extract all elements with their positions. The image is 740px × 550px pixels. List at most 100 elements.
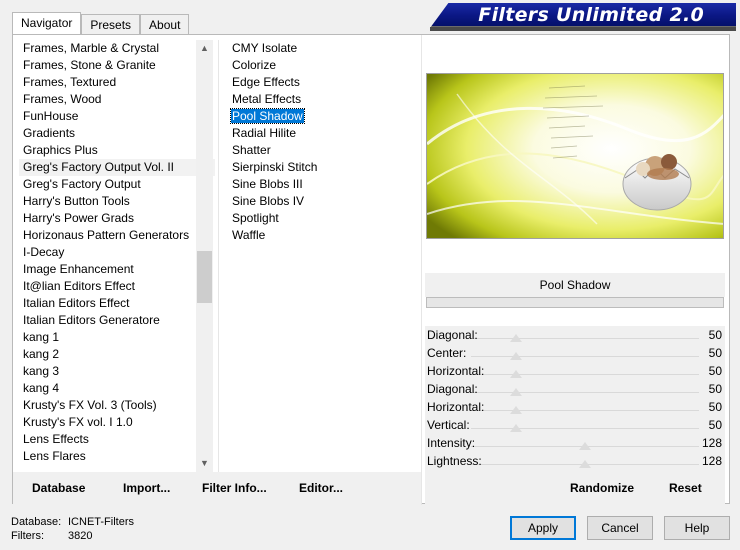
category-list[interactable]: Frames, Marble & Crystal Frames, Stone & … (19, 40, 215, 472)
category-item[interactable]: Gradients (19, 125, 215, 142)
database-label: Database: (11, 516, 62, 528)
category-item[interactable]: Krusty's FX Vol. 3 (Tools) (19, 397, 215, 414)
slider-track[interactable] (471, 338, 699, 339)
divider (421, 35, 422, 505)
slider-thumb[interactable] (509, 334, 522, 342)
filter-item-label: Waffle (232, 228, 266, 242)
filter-item-label: Sine Blobs III (232, 177, 303, 191)
parameter-label: Diagonal: (427, 328, 478, 342)
filter-item-label: Colorize (232, 58, 277, 72)
filter-info-button[interactable]: Filter Info... (202, 481, 267, 495)
category-item[interactable]: Greg's Factory Output (19, 176, 215, 193)
category-item[interactable]: Italian Editors Generatore (19, 312, 215, 329)
slider-thumb[interactable] (509, 388, 522, 396)
parameter-row: Diagonal: 50 (425, 326, 725, 344)
randomize-button[interactable]: Randomize (570, 481, 634, 495)
slider-thumb[interactable] (579, 460, 592, 468)
filter-item[interactable]: Spotlight (229, 210, 419, 227)
status-area: Database: ICNET-Filters Filters: 3820 (11, 515, 134, 543)
parameter-label: Lightness: (427, 454, 482, 468)
filter-item-label: Sierpinski Stitch (232, 160, 318, 174)
category-item[interactable]: Frames, Wood (19, 91, 215, 108)
apply-button[interactable]: Apply (510, 516, 576, 540)
slider-track[interactable] (471, 392, 699, 393)
filter-item[interactable]: Sierpinski Stitch (229, 159, 419, 176)
filter-item[interactable]: CMY Isolate (229, 40, 419, 57)
slider-thumb[interactable] (509, 424, 522, 432)
tab-presets[interactable]: Presets (81, 14, 141, 34)
filters-label: Filters: (11, 530, 44, 542)
tab-navigator[interactable]: Navigator (12, 12, 82, 34)
parameter-value: 50 (708, 346, 722, 360)
filter-item[interactable]: Metal Effects (229, 91, 419, 108)
cancel-button[interactable]: Cancel (587, 516, 653, 540)
filter-item-label: Shatter (232, 143, 271, 157)
category-item[interactable]: Frames, Textured (19, 74, 215, 91)
category-item[interactable]: Graphics Plus (19, 142, 215, 159)
category-item[interactable]: Krusty's FX vol. I 1.0 (19, 414, 215, 431)
filter-item[interactable]: Radial Hilite (229, 125, 419, 142)
slider-track[interactable] (471, 374, 699, 375)
category-item[interactable]: kang 3 (19, 363, 215, 380)
filter-item[interactable]: Edge Effects (229, 74, 419, 91)
filter-item[interactable]: Colorize (229, 57, 419, 74)
scroll-down-arrow-icon[interactable]: ▼ (196, 455, 213, 472)
category-item[interactable]: Horizonaus Pattern Generators (19, 227, 215, 244)
slider-track[interactable] (471, 428, 699, 429)
category-item[interactable]: kang 4 (19, 380, 215, 397)
filter-item[interactable]: Pool Shadow (229, 108, 419, 125)
filters-count: 3820 (68, 530, 93, 542)
parameter-label: Horizontal: (427, 364, 485, 378)
filter-item[interactable]: Waffle (229, 227, 419, 244)
reset-button[interactable]: Reset (669, 481, 702, 495)
filter-item-label: Edge Effects (232, 75, 300, 89)
parameter-value: 128 (701, 436, 722, 450)
slider-thumb[interactable] (509, 406, 522, 414)
scroll-up-arrow-icon[interactable]: ▲ (196, 40, 213, 57)
slider-thumb[interactable] (509, 370, 522, 378)
parameter-row: Center: 50 (425, 344, 725, 362)
category-item[interactable]: Image Enhancement (19, 261, 215, 278)
editor-button[interactable]: Editor... (299, 481, 343, 495)
slider-thumb[interactable] (509, 352, 522, 360)
tab-about[interactable]: About (140, 14, 190, 34)
progress-bar (426, 297, 724, 308)
category-item[interactable]: FunHouse (19, 108, 215, 125)
parameter-row: Horizontal: 50 (425, 362, 725, 380)
category-item[interactable]: Greg's Factory Output Vol. II (19, 159, 215, 176)
parameter-row: Vertical: 50 (425, 416, 725, 434)
parameter-value: 50 (708, 418, 722, 432)
import-button[interactable]: Import... (123, 481, 170, 495)
database-button[interactable]: Database (32, 481, 85, 495)
category-item[interactable]: Frames, Stone & Granite (19, 57, 215, 74)
category-item[interactable]: kang 2 (19, 346, 215, 363)
slider-thumb[interactable] (579, 442, 592, 450)
tab-bar: Navigator Presets About (12, 12, 190, 34)
parameter-row: Intensity: 128 (425, 434, 725, 452)
filter-item[interactable]: Sine Blobs IV (229, 193, 419, 210)
category-item[interactable]: It@lian Editors Effect (19, 278, 215, 295)
parameter-label: Horizontal: (427, 400, 485, 414)
category-item[interactable]: kang 1 (19, 329, 215, 346)
filter-item-label: Spotlight (232, 211, 279, 225)
category-item[interactable]: I-Decay (19, 244, 215, 261)
category-item[interactable]: Harry's Power Grads (19, 210, 215, 227)
slider-track[interactable] (471, 410, 699, 411)
category-item[interactable]: Harry's Button Tools (19, 193, 215, 210)
app-banner: Filters Unlimited 2.0 (430, 3, 736, 28)
category-item[interactable]: Frames, Marble & Crystal (19, 40, 215, 57)
slider-track[interactable] (471, 356, 699, 357)
help-button[interactable]: Help (664, 516, 730, 540)
filter-item[interactable]: Sine Blobs III (229, 176, 419, 193)
filter-item[interactable]: Shatter (229, 142, 419, 159)
category-item[interactable]: Lens Flares (19, 448, 215, 465)
category-scrollbar[interactable]: ▲ ▼ (196, 40, 213, 472)
category-item[interactable]: Lens Effects (19, 431, 215, 448)
parameter-value: 128 (701, 454, 722, 468)
filter-list[interactable]: CMY Isolate Colorize Edge Effects Metal Eff… (229, 40, 419, 472)
scrollbar-thumb[interactable] (197, 251, 212, 303)
parameter-button-bar: Randomize Reset (425, 472, 725, 504)
parameter-row: Diagonal: 50 (425, 380, 725, 398)
category-item[interactable]: Italian Editors Effect (19, 295, 215, 312)
banner-underline (430, 27, 736, 31)
